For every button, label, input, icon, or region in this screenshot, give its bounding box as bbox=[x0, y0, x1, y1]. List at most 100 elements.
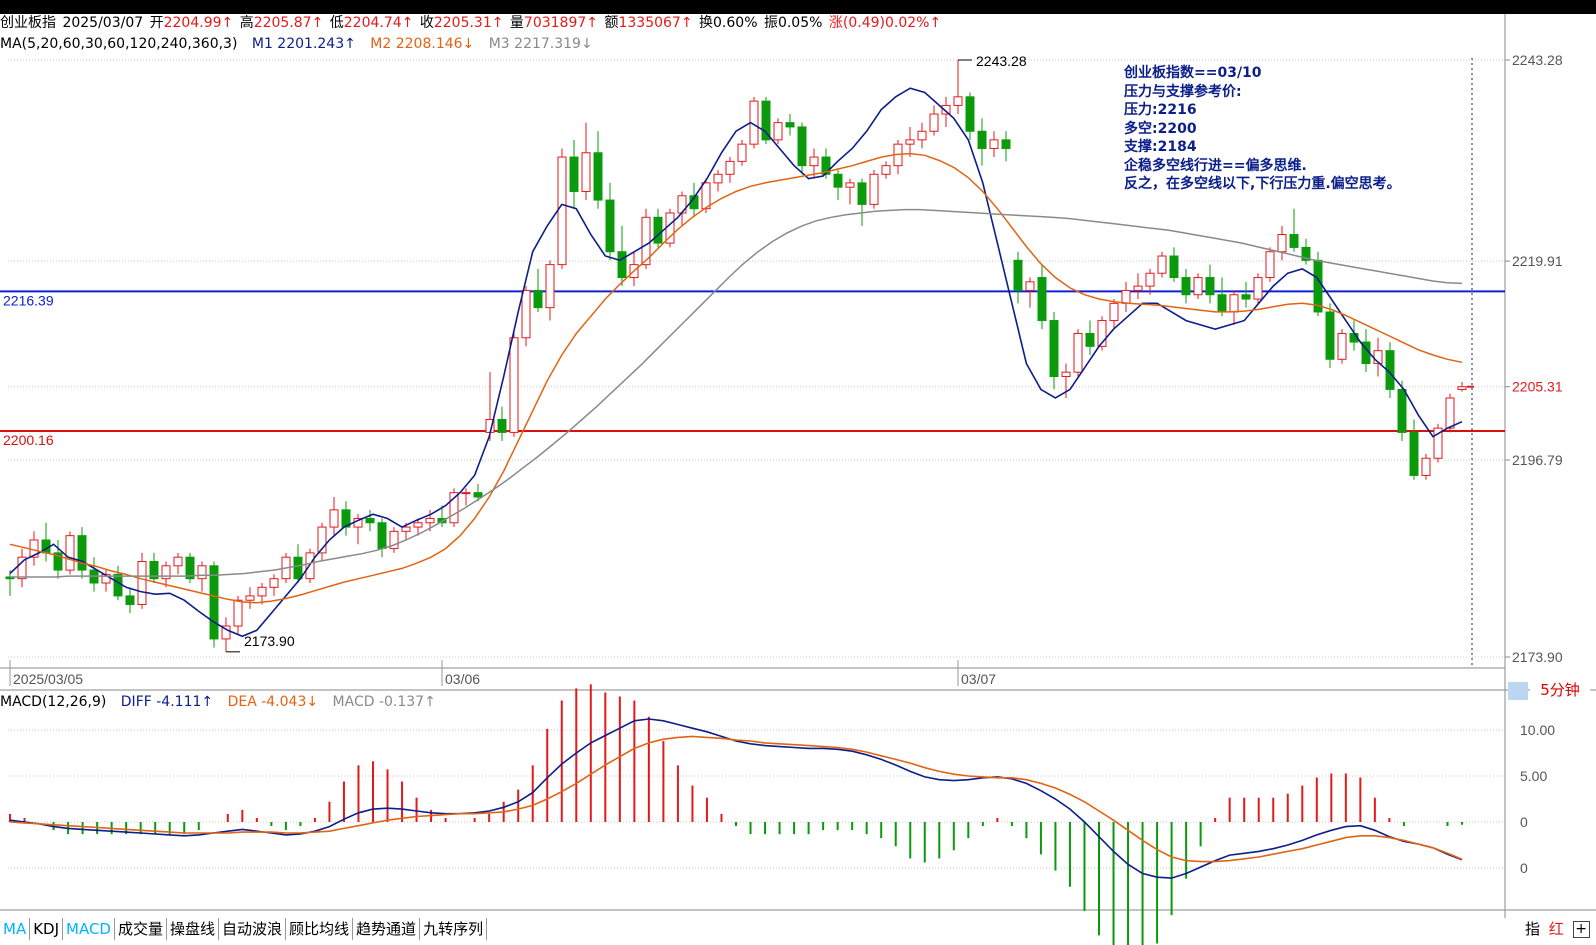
candle-body bbox=[665, 212, 675, 244]
candle-body bbox=[929, 113, 939, 132]
zoom-in-icon[interactable]: + bbox=[1572, 921, 1590, 938]
candle-body bbox=[1433, 427, 1443, 459]
amplitude-value: 0.05% bbox=[777, 15, 823, 31]
candle-body bbox=[1229, 294, 1239, 313]
high-marker-label: 2243.28 bbox=[976, 53, 1027, 69]
candle-body bbox=[749, 100, 759, 145]
candle-body bbox=[1169, 255, 1179, 279]
close-label: 收 bbox=[419, 15, 434, 31]
candle-body bbox=[1121, 289, 1131, 304]
candle-body bbox=[1325, 311, 1335, 360]
candle-body bbox=[1133, 285, 1143, 291]
m1-legend: M1 2201.243↑ bbox=[251, 36, 356, 52]
index-toggle[interactable]: 指 bbox=[1525, 920, 1540, 938]
candle-body bbox=[41, 539, 51, 554]
amount-value: 1335067↑ bbox=[618, 15, 693, 31]
volume-value: 7031897↑ bbox=[523, 15, 599, 31]
macd-y-tick-label: 0 bbox=[1520, 814, 1528, 830]
candle-body bbox=[1457, 386, 1467, 390]
high-value: 2205.87↑ bbox=[253, 15, 324, 31]
ma-line-m3 bbox=[10, 208, 1463, 578]
candle-body bbox=[17, 556, 27, 580]
candle-body bbox=[209, 565, 219, 640]
tab-auto-wave[interactable]: 自动波浪 bbox=[219, 918, 287, 940]
candle-body bbox=[1085, 332, 1095, 347]
candle-body bbox=[653, 216, 663, 244]
candle-body bbox=[689, 195, 699, 210]
low-label: 低 bbox=[329, 15, 344, 31]
candle-body bbox=[197, 565, 207, 580]
candle-body bbox=[557, 156, 567, 266]
candle-body bbox=[1373, 350, 1383, 365]
candle-body bbox=[461, 492, 471, 495]
candle-body bbox=[1241, 294, 1251, 300]
candle-body bbox=[1337, 332, 1347, 360]
annotation-line: 压力:2216 bbox=[1124, 102, 1197, 118]
annotation-line: 支撑:2184 bbox=[1124, 139, 1197, 155]
candle-body bbox=[233, 599, 243, 627]
tab-gmma[interactable]: 顾比均线 bbox=[286, 918, 354, 940]
candle-body bbox=[1181, 277, 1191, 296]
y-tick-label: 2196.79 bbox=[1512, 452, 1563, 468]
x-tick-label: 03/06 bbox=[445, 671, 480, 687]
candle-body bbox=[701, 182, 711, 210]
candle-body bbox=[1025, 281, 1035, 291]
candle-body bbox=[905, 139, 915, 145]
candle-body bbox=[1145, 272, 1155, 287]
candle-body bbox=[617, 251, 627, 279]
candle-body bbox=[1397, 388, 1407, 433]
candle-body bbox=[1157, 255, 1167, 274]
tab-operation-line[interactable]: 操盘线 bbox=[167, 918, 220, 940]
index-name: 创业板指 bbox=[0, 15, 56, 31]
ma-params: MA(5,20,60,30,60,120,240,360,3) bbox=[0, 36, 238, 52]
y-tick-label: 2243.28 bbox=[1512, 52, 1563, 68]
tab-td-sequential[interactable]: 九转序列 bbox=[420, 918, 488, 940]
candle-body bbox=[485, 419, 495, 433]
candle-body bbox=[1097, 320, 1107, 347]
candle-body bbox=[965, 96, 975, 132]
tab-volume[interactable]: 成交量 bbox=[115, 918, 167, 940]
candle-body bbox=[533, 289, 543, 309]
candle-body bbox=[569, 156, 579, 192]
candle-body bbox=[737, 143, 747, 162]
candle-body bbox=[1421, 457, 1431, 476]
tab-ma[interactable]: MA bbox=[0, 918, 31, 940]
candle-body bbox=[353, 517, 363, 528]
close-value: 2205.31↑ bbox=[433, 15, 504, 31]
candle-body bbox=[425, 517, 435, 524]
turnover-value: 0.60% bbox=[713, 15, 758, 31]
candle-body bbox=[1385, 350, 1395, 390]
macd-y-tick-label: 0 bbox=[1520, 860, 1528, 876]
red-toggle[interactable]: 红 bbox=[1549, 920, 1564, 938]
candle-body bbox=[677, 195, 687, 214]
dea-legend: DEA -4.043↓ bbox=[227, 694, 319, 710]
bottom-right-controls: 指 红 + bbox=[1525, 918, 1594, 940]
candle-body bbox=[437, 517, 447, 524]
candle-body bbox=[605, 199, 615, 253]
y-tick-label: 2219.91 bbox=[1512, 253, 1563, 269]
candle-body bbox=[1301, 246, 1311, 261]
candle-body bbox=[161, 565, 171, 580]
candle-body bbox=[449, 492, 459, 524]
candle-body bbox=[173, 556, 183, 567]
low-marker-label: 2173.90 bbox=[244, 633, 295, 649]
candle-body bbox=[113, 573, 123, 597]
candle-body bbox=[1313, 259, 1323, 313]
period-selector[interactable]: 5分钟 bbox=[1530, 680, 1590, 700]
macd-y-tick-label: 5.00 bbox=[1520, 768, 1547, 784]
quote-date: 2025/03/07 bbox=[62, 15, 144, 31]
ma-line-m2 bbox=[9, 152, 1463, 604]
amount-label: 额 bbox=[604, 15, 619, 31]
period-selector-icon[interactable] bbox=[1508, 682, 1528, 700]
candle-body bbox=[593, 152, 603, 201]
macd-legend: MACD(12,26,9) DIFF -4.111↑ DEA -4.043↓ M… bbox=[0, 693, 438, 711]
change-value: (0.49)0.02%↑ bbox=[842, 15, 942, 31]
candle-body bbox=[761, 100, 771, 141]
candle-body bbox=[293, 556, 303, 580]
tab-kdj[interactable]: KDJ bbox=[30, 918, 64, 940]
tab-trend-channel[interactable]: 趋势通道 bbox=[353, 918, 421, 940]
candle-body bbox=[497, 419, 507, 433]
candle-body bbox=[1205, 277, 1215, 296]
tab-macd[interactable]: MACD bbox=[63, 918, 115, 940]
candle-body bbox=[809, 156, 819, 167]
